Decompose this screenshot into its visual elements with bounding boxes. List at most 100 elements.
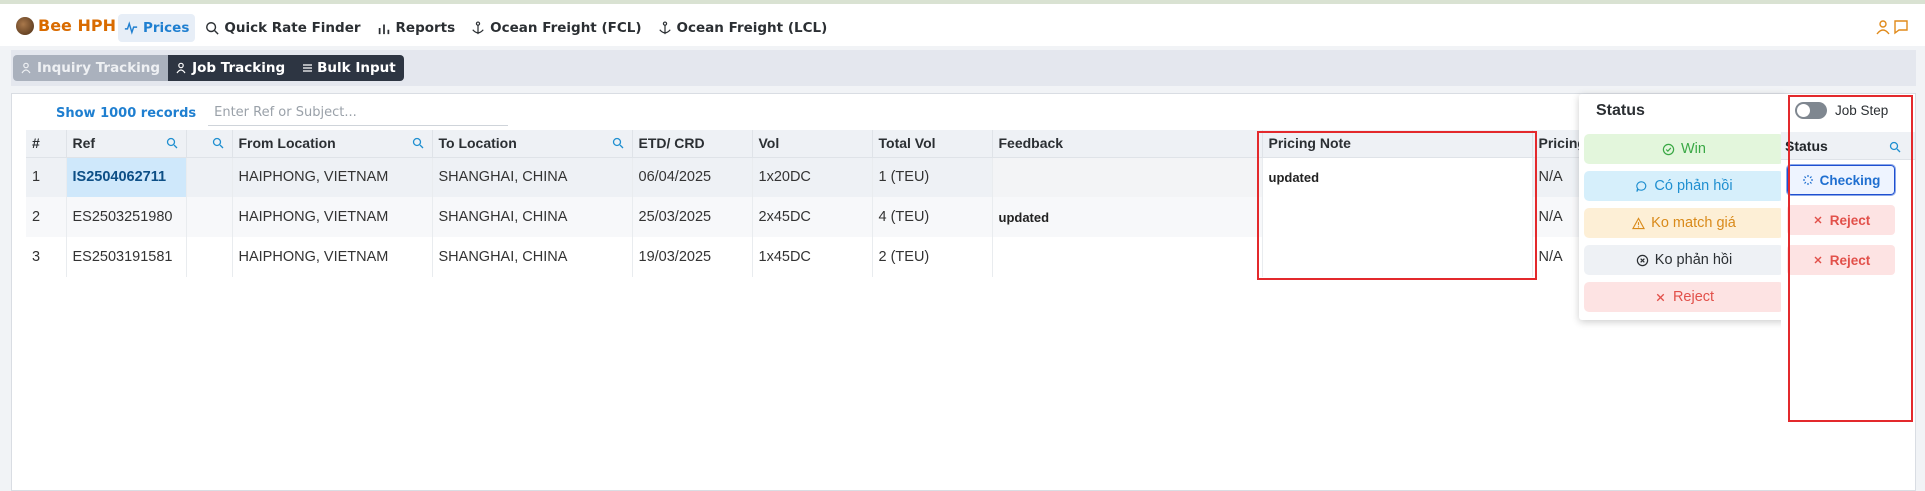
- table-row[interactable]: 3 ES2503191581 HAIPHONG, VIETNAM SHANGHA…: [26, 237, 1613, 277]
- search-icon: [206, 22, 219, 35]
- brand-logo-icon: [16, 16, 34, 35]
- search-icon[interactable]: [412, 137, 424, 149]
- cell-total: 1 (TEU): [872, 157, 993, 197]
- status-option-reject[interactable]: Reject: [1584, 282, 1784, 312]
- nav-quick-rate-finder[interactable]: Quick Rate Finder: [199, 14, 366, 42]
- status-option-ko-phan-hoi[interactable]: Ko phản hồi: [1584, 245, 1784, 275]
- cell-pricing-note[interactable]: [1262, 237, 1533, 277]
- nav-ocean-freight-lcl[interactable]: Ocean Freight (LCL): [652, 14, 834, 42]
- ref-search-input[interactable]: [208, 100, 509, 126]
- cell-pricing-note[interactable]: [1262, 197, 1533, 237]
- col-feedback: Feedback: [992, 130, 1263, 158]
- cell-vol: 2x45DC: [752, 197, 873, 237]
- warning-icon: [1632, 216, 1646, 229]
- top-navbar: Bee HPH Prices Quick Rate Finder Reports…: [0, 0, 1925, 46]
- col-total-vol: Total Vol: [872, 130, 993, 158]
- cell-ref[interactable]: ES2503251980: [66, 197, 187, 237]
- status-column-label: Status: [1785, 138, 1828, 154]
- cell-etd: 25/03/2025: [632, 197, 753, 237]
- cell-empty: [186, 197, 233, 237]
- chat-bubble-icon: [1636, 180, 1647, 192]
- cell-from: HAIPHONG, VIETNAM: [232, 157, 433, 197]
- nav-ocean-freight-lcl-label: Ocean Freight (LCL): [676, 20, 828, 36]
- cell-feedback[interactable]: [992, 237, 1263, 277]
- status-option-label: Win: [1681, 141, 1706, 157]
- cell-ref[interactable]: ES2503191581: [66, 237, 187, 277]
- status-option-win[interactable]: Win: [1584, 134, 1784, 164]
- col-vol: Vol: [752, 130, 873, 158]
- x-circle-icon: [1636, 254, 1649, 266]
- cell-to: SHANGHAI, CHINA: [432, 197, 633, 237]
- show-records-button[interactable]: Show 1000 records: [28, 106, 208, 121]
- nav-prices[interactable]: Prices: [118, 14, 196, 42]
- cell-num: 2: [26, 197, 67, 237]
- col-from-location[interactable]: From Location: [232, 130, 433, 158]
- tab-bulk-input[interactable]: Bulk Input: [293, 55, 404, 81]
- brand[interactable]: Bee HPH: [16, 16, 116, 35]
- job-step-toggle[interactable]: [1795, 102, 1827, 119]
- search-icon[interactable]: [1889, 141, 1901, 153]
- nav-ocean-freight-fcl-label: Ocean Freight (FCL): [490, 20, 642, 36]
- subtabs: Inquiry Tracking Job Tracking Bulk Input: [13, 55, 404, 81]
- status-option-label: Ko phản hồi: [1654, 252, 1733, 268]
- user-check-icon: [176, 62, 186, 74]
- search-icon[interactable]: [612, 137, 624, 149]
- table-row[interactable]: 1 IS2504062711 HAIPHONG, VIETNAM SHANGHA…: [26, 157, 1613, 197]
- cell-num: 3: [26, 237, 67, 277]
- cell-to: SHANGHAI, CHINA: [432, 237, 633, 277]
- sub-toolbar: Inquiry Tracking Job Tracking Bulk Input: [11, 50, 1916, 86]
- close-icon: [1814, 216, 1822, 224]
- job-step-toggle-row[interactable]: Job Step: [1795, 102, 1888, 119]
- search-icon[interactable]: [166, 137, 178, 149]
- tab-inquiry-tracking[interactable]: Inquiry Tracking: [13, 55, 169, 81]
- cell-feedback[interactable]: updated: [992, 197, 1263, 237]
- status-option-label: Reject: [1672, 289, 1715, 305]
- brand-name: Bee HPH: [38, 16, 116, 35]
- status-button-checking[interactable]: Checking: [1786, 164, 1896, 196]
- cell-vol: 1x20DC: [752, 157, 873, 197]
- status-button-label: Reject: [1829, 252, 1871, 268]
- cell-empty: [186, 237, 233, 277]
- cell-ref[interactable]: IS2504062711: [66, 157, 187, 197]
- status-button-label: Reject: [1829, 212, 1871, 228]
- cell-etd: 19/03/2025: [632, 237, 753, 277]
- status-button-label: Checking: [1819, 172, 1881, 188]
- cell-num: 1: [26, 157, 67, 197]
- status-option-co-phan-hoi[interactable]: Có phản hồi: [1584, 171, 1784, 201]
- cell-vol: 1x45DC: [752, 237, 873, 277]
- table-header-row: # Ref From Location To Location ETD/ CRD…: [26, 130, 1613, 158]
- status-popup: Status Win Có phản hồi Ko match giá Ko p…: [1579, 94, 1787, 320]
- status-option-ko-match-gia[interactable]: Ko match giá: [1584, 208, 1784, 238]
- tab-job-tracking[interactable]: Job Tracking: [168, 55, 294, 81]
- check-circle-icon: [1662, 143, 1675, 155]
- cell-etd: 06/04/2025: [632, 157, 753, 197]
- status-button-reject[interactable]: Reject: [1787, 245, 1895, 275]
- tab-inquiry-tracking-label: Inquiry Tracking: [37, 60, 161, 76]
- status-option-label: Ko match giá: [1651, 215, 1736, 231]
- cell-feedback[interactable]: [992, 157, 1263, 197]
- col-etd-crd: ETD/ CRD: [632, 130, 753, 158]
- tab-job-tracking-label: Job Tracking: [192, 60, 286, 76]
- cell-empty: [186, 157, 233, 197]
- col-from-location-label: From Location: [238, 135, 336, 152]
- cell-from: HAIPHONG, VIETNAM: [232, 237, 433, 277]
- table-row[interactable]: 2 ES2503251980 HAIPHONG, VIETNAM SHANGHA…: [26, 197, 1613, 237]
- search-icon[interactable]: [212, 137, 224, 149]
- status-button-reject[interactable]: Reject: [1787, 205, 1895, 235]
- col-filter[interactable]: [186, 130, 233, 158]
- chat-icon[interactable]: [1893, 19, 1909, 35]
- nav-ocean-freight-fcl[interactable]: Ocean Freight (FCL): [465, 14, 647, 42]
- cell-from: HAIPHONG, VIETNAM: [232, 197, 433, 237]
- cell-pricing-note[interactable]: updated: [1262, 157, 1533, 197]
- top-icons: [1875, 19, 1909, 35]
- spinner-icon: [1802, 175, 1813, 185]
- cell-to: SHANGHAI, CHINA: [432, 157, 633, 197]
- user-icon[interactable]: [1875, 19, 1891, 35]
- col-to-location[interactable]: To Location: [432, 130, 633, 158]
- tab-bulk-input-label: Bulk Input: [317, 60, 396, 76]
- anchor-icon: [472, 21, 484, 35]
- nav-reports[interactable]: Reports: [371, 14, 462, 42]
- list-icon: [303, 64, 313, 72]
- nav-prices-label: Prices: [143, 20, 190, 36]
- col-ref[interactable]: Ref: [66, 130, 187, 158]
